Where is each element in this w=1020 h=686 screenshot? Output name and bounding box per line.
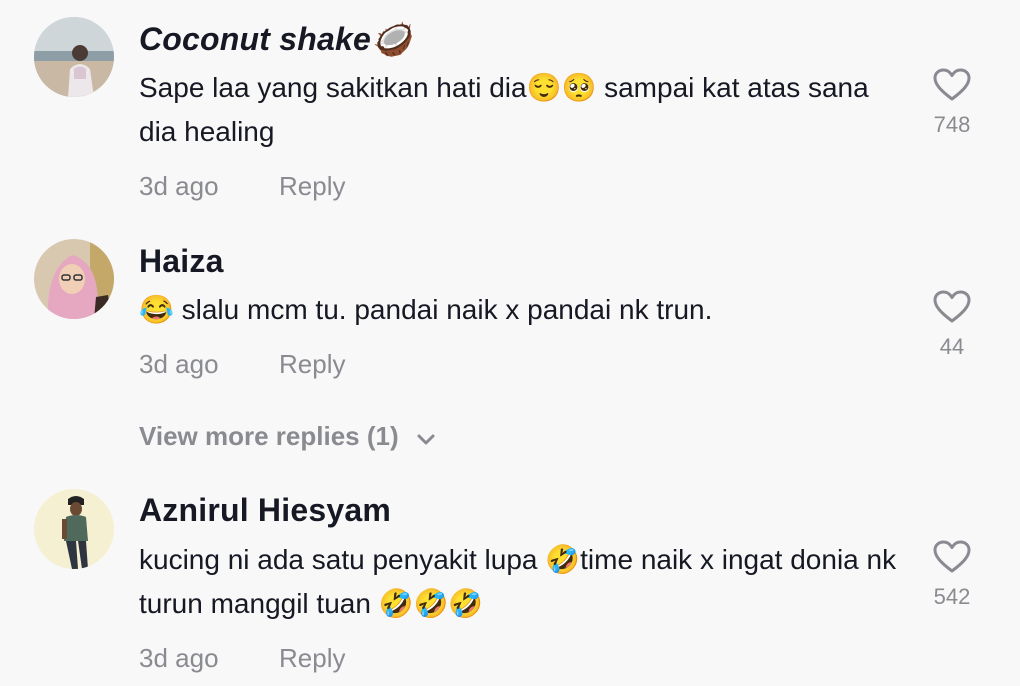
reply-button[interactable]: Reply (279, 643, 345, 674)
man-cap-photo-avatar (34, 489, 114, 569)
avatar[interactable] (34, 489, 114, 569)
username[interactable]: Haiza (139, 243, 224, 280)
timestamp: 3d ago (139, 171, 219, 201)
like-button[interactable]: 44 (922, 290, 982, 360)
like-count: 44 (939, 334, 965, 359)
like-button[interactable]: 748 (922, 68, 982, 138)
timestamp: 3d ago (139, 349, 219, 379)
beach-photo-avatar (34, 17, 114, 97)
view-more-replies-button[interactable]: View more replies (1) (139, 421, 436, 454)
username[interactable]: Aznirul Hiesyam (139, 492, 391, 529)
comment-text: Sape laa yang sakitkan hati dia😌🥺 sampai… (139, 72, 869, 147)
heart-icon (933, 68, 971, 101)
comment-text: 😂 slalu mcm tu. pandai naik x pandai nk … (139, 294, 713, 325)
reply-button[interactable]: Reply (279, 349, 345, 380)
comment-meta: 3d ago Reply (139, 349, 345, 380)
chevron-down-icon (416, 423, 436, 454)
like-button[interactable]: 542 (922, 540, 982, 610)
avatar[interactable] (34, 17, 114, 97)
avatar[interactable] (34, 239, 114, 319)
comment-meta: 3d ago Reply (139, 643, 345, 674)
comment-meta: 3d ago Reply (139, 171, 345, 202)
like-count: 542 (933, 584, 971, 609)
hijab-photo-avatar (34, 239, 114, 319)
comment-text: kucing ni ada satu penyakit lupa 🤣time n… (139, 544, 897, 619)
reply-button[interactable]: Reply (279, 171, 345, 202)
comment-list: Coconut shake🥥 Sape laa yang sakitkan ha… (0, 0, 1020, 686)
username[interactable]: Coconut shake🥥 (139, 20, 411, 58)
view-more-label: View more replies (1) (139, 421, 399, 451)
timestamp: 3d ago (139, 643, 219, 673)
like-count: 748 (933, 112, 971, 137)
heart-icon (933, 540, 971, 573)
heart-icon (933, 290, 971, 323)
